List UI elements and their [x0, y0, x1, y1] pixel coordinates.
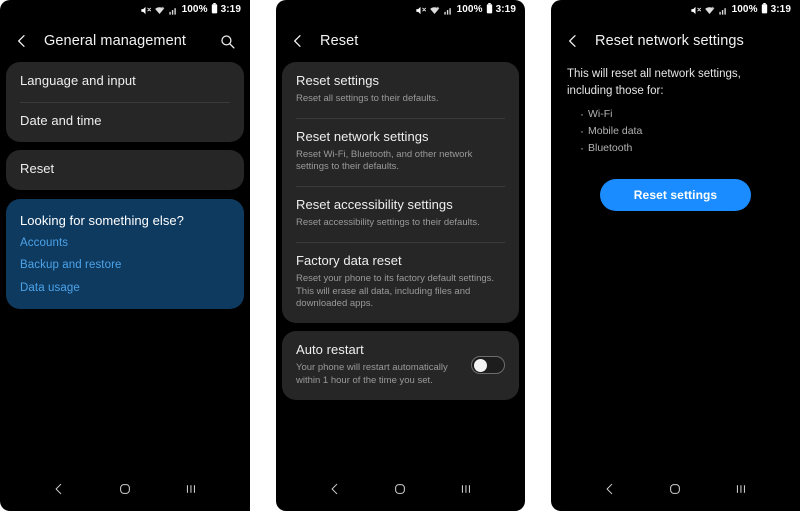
list-item-subtitle: Reset accessibility settings to their de…	[296, 217, 480, 229]
list-item-factory-data-reset[interactable]: Factory data reset Reset your phone to i…	[282, 241, 519, 323]
nav-home-icon[interactable]	[662, 476, 688, 502]
list-item-title: Factory data reset	[296, 252, 402, 268]
page-title: Reset network settings	[595, 33, 744, 49]
list-item-date-and-time[interactable]: Date and time	[6, 101, 244, 142]
list-item-reset-network-settings[interactable]: Reset network settings Reset Wi-Fi, Blue…	[282, 117, 519, 187]
list-item-title: Date and time	[20, 112, 102, 128]
list-item-language-and-input[interactable]: Language and input	[6, 62, 244, 102]
status-bar: 100% 3:19	[0, 0, 250, 20]
clock-label: 3:19	[220, 4, 241, 15]
auto-restart-toggle[interactable]	[471, 356, 505, 374]
app-bar: Reset	[276, 20, 525, 62]
list-item-subtitle: Reset all settings to their defaults.	[296, 92, 439, 104]
search-icon[interactable]	[219, 33, 236, 50]
page-title: Reset	[320, 33, 359, 49]
phone-screen-general-management: 100% 3:19 General management Language an…	[0, 0, 250, 511]
nav-back-icon[interactable]	[46, 476, 72, 502]
settings-card-reset: Reset	[6, 149, 244, 190]
battery-percent-label: 100%	[181, 4, 208, 15]
list-item-bluetooth: Bluetooth	[580, 139, 784, 158]
battery-percent-label: 100%	[731, 4, 758, 15]
signal-icon	[168, 5, 179, 16]
nav-back-icon[interactable]	[597, 476, 623, 502]
nav-back-icon[interactable]	[322, 476, 348, 502]
system-navigation-bar	[0, 467, 250, 511]
screenshot-stage: 100% 3:19 General management Language an…	[0, 0, 800, 511]
nav-recents-icon[interactable]	[178, 476, 204, 502]
list-item-title: Reset accessibility settings	[296, 197, 453, 213]
wifi-icon	[429, 5, 440, 16]
cta-container: Reset settings	[567, 179, 784, 212]
nav-home-icon[interactable]	[112, 476, 138, 502]
list-item-title: Reset network settings	[296, 128, 429, 144]
phone-screen-reset-network-settings: 100% 3:19 Reset network settings This wi…	[551, 0, 800, 511]
nav-recents-icon[interactable]	[728, 476, 754, 502]
battery-icon	[761, 3, 768, 17]
reset-options-list: Reset settings Reset all settings to the…	[276, 62, 525, 467]
status-bar: 100% 3:19	[276, 0, 525, 20]
looking-for-something-else-card: Looking for something else? Accounts Bac…	[6, 198, 244, 310]
battery-icon	[211, 3, 218, 17]
list-item-title: Reset	[20, 160, 55, 176]
signal-icon	[718, 5, 729, 16]
phone-screen-reset: 100% 3:19 Reset Reset settings Reset all…	[276, 0, 525, 511]
promo-link-accounts[interactable]: Accounts	[20, 237, 230, 250]
promo-link-data-usage[interactable]: Data usage	[20, 282, 230, 295]
list-item-reset-settings[interactable]: Reset settings Reset all settings to the…	[282, 62, 519, 118]
nav-home-icon[interactable]	[387, 476, 413, 502]
battery-icon	[486, 3, 493, 17]
system-navigation-bar	[551, 467, 800, 511]
wifi-icon	[154, 5, 165, 16]
list-item-subtitle: Your phone will restart automatically wi…	[296, 362, 448, 386]
signal-icon	[443, 5, 454, 16]
list-item-wifi: Wi-Fi	[580, 105, 784, 124]
toggle-knob	[473, 358, 487, 372]
list-item-title: Auto restart	[296, 342, 364, 358]
back-icon[interactable]	[290, 33, 306, 49]
reset-description: This will reset all network settings, in…	[567, 68, 741, 97]
back-icon[interactable]	[565, 33, 581, 49]
battery-percent-label: 100%	[456, 4, 483, 15]
list-item-title: Language and input	[20, 73, 136, 88]
auto-restart-texts: Auto restart Your phone will restart aut…	[296, 342, 471, 388]
wifi-icon	[704, 5, 715, 16]
promo-link-backup-and-restore[interactable]: Backup and restore	[20, 260, 230, 272]
mute-icon	[140, 5, 151, 16]
list-item-subtitle: Reset Wi-Fi, Bluetooth, and other networ…	[296, 148, 473, 173]
system-navigation-bar	[276, 467, 525, 511]
reset-network-content: This will reset all network settings, in…	[551, 62, 800, 467]
clock-label: 3:19	[495, 4, 516, 15]
app-bar: Reset network settings	[551, 20, 800, 62]
nav-recents-icon[interactable]	[453, 476, 479, 502]
clock-label: 3:19	[770, 4, 791, 15]
settings-card-language-date: Language and input Date and time	[6, 62, 244, 142]
page-title: General management	[44, 33, 187, 49]
list-item-mobile-data: Mobile data	[580, 122, 784, 141]
list-item-reset-accessibility-settings[interactable]: Reset accessibility settings Reset acces…	[282, 186, 519, 242]
list-item-reset[interactable]: Reset	[6, 150, 244, 190]
reset-options-card: Reset settings Reset all settings to the…	[282, 62, 519, 324]
mute-icon	[415, 5, 426, 16]
back-icon[interactable]	[14, 33, 30, 49]
list-item-auto-restart[interactable]: Auto restart Your phone will restart aut…	[282, 331, 519, 400]
list-item-title: Reset settings	[296, 73, 380, 88]
settings-list: Language and input Date and time Reset L…	[0, 62, 250, 467]
auto-restart-card: Auto restart Your phone will restart aut…	[282, 331, 519, 400]
mute-icon	[690, 5, 701, 16]
app-bar: General management	[0, 20, 250, 62]
status-bar: 100% 3:19	[551, 0, 800, 20]
reset-settings-button[interactable]: Reset settings	[599, 179, 752, 212]
list-item-subtitle: Reset your phone to its factory default …	[296, 272, 495, 310]
affected-services-list: Wi-Fi Mobile data Bluetooth	[567, 105, 784, 158]
promo-title: Looking for something else?	[20, 212, 184, 228]
